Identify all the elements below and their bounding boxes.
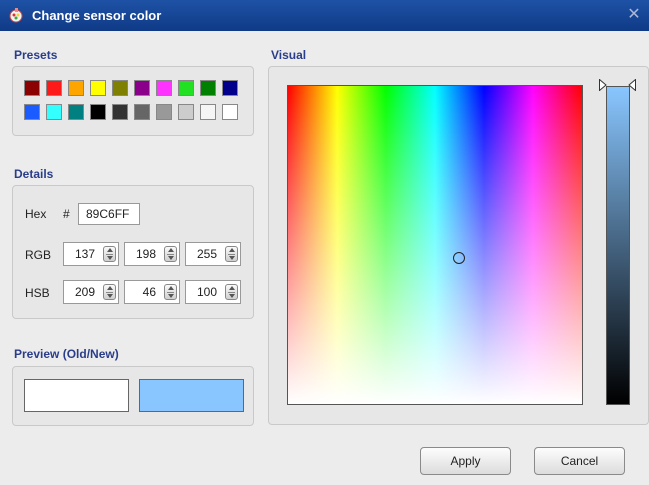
preset-swatch[interactable] [200,104,216,120]
h-spin-buttons[interactable] [103,284,116,300]
title-bar: Change sensor color ✕ [0,0,649,31]
preset-swatch[interactable] [68,104,84,120]
visual-panel [268,66,649,425]
brightness-slider[interactable] [606,86,630,405]
b-spin-buttons[interactable] [225,246,238,262]
g-value[interactable]: 198 [125,243,156,265]
preset-swatch[interactable] [112,104,128,120]
hash-label: # [63,207,70,221]
s-spin-buttons[interactable] [164,284,177,300]
preset-swatch[interactable] [134,104,150,120]
preset-swatch[interactable] [24,80,40,96]
close-icon[interactable]: ✕ [625,6,643,24]
b-stepper[interactable]: 255 [185,242,241,266]
preset-swatch[interactable] [46,80,62,96]
preview-label: Preview (Old/New) [14,347,119,361]
s-value[interactable]: 46 [125,281,156,303]
preset-swatch[interactable] [156,104,172,120]
slider-left-arrow-icon[interactable] [599,79,607,91]
hex-input[interactable]: 89C6FF [78,203,140,225]
g-spin-buttons[interactable] [164,246,177,262]
r-value[interactable]: 137 [64,243,95,265]
cancel-button[interactable]: Cancel [534,447,625,475]
window-title: Change sensor color [32,8,162,23]
h-value[interactable]: 209 [64,281,95,303]
preset-swatch[interactable] [178,104,194,120]
hex-label: Hex [25,207,47,221]
rgb-label: RGB [25,248,52,262]
preset-swatch[interactable] [222,80,238,96]
presets-label: Presets [14,48,58,62]
new-color-preview [139,379,244,412]
details-panel: Hex # 89C6FF RGB 137 198 255 HSB 209 46 … [12,185,254,319]
br-stepper[interactable]: 100 [185,280,241,304]
details-label: Details [14,167,54,181]
preset-swatch[interactable] [156,80,172,96]
preview-panel [12,366,254,426]
hsb-label: HSB [25,286,50,300]
r-stepper[interactable]: 137 [63,242,119,266]
preset-swatch[interactable] [46,104,62,120]
s-stepper[interactable]: 46 [124,280,180,304]
br-spin-buttons[interactable] [225,284,238,300]
r-spin-buttons[interactable] [103,246,116,262]
apply-button[interactable]: Apply [420,447,511,475]
visual-label: Visual [271,48,307,62]
app-icon [9,8,23,23]
presets-panel [12,66,254,136]
br-value[interactable]: 100 [186,281,217,303]
hue-saturation-picker[interactable] [287,85,583,405]
preset-swatch[interactable] [68,80,84,96]
preset-swatch[interactable] [24,104,40,120]
preset-swatch[interactable] [134,80,150,96]
preset-swatch[interactable] [90,80,106,96]
h-stepper[interactable]: 209 [63,280,119,304]
preset-swatch[interactable] [90,104,106,120]
old-color-preview [24,379,129,412]
slider-right-arrow-icon[interactable] [628,79,636,91]
preset-swatch[interactable] [222,104,238,120]
color-picker-marker[interactable] [452,251,465,264]
preset-swatch[interactable] [178,80,194,96]
g-stepper[interactable]: 198 [124,242,180,266]
preset-swatch[interactable] [112,80,128,96]
b-value[interactable]: 255 [186,243,217,265]
preset-swatch[interactable] [200,80,216,96]
